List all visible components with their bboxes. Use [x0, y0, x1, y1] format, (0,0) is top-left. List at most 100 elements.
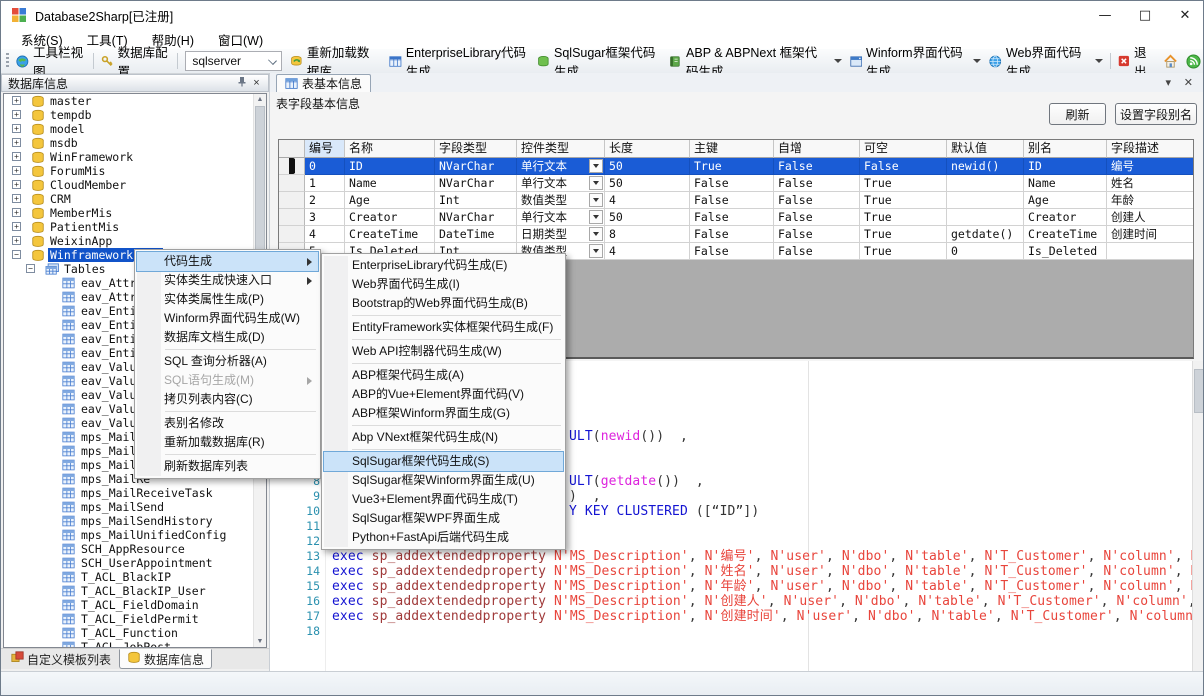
table-row[interactable]: 3CreatorNVarChar单行文本50FalseFalseTrueCrea…	[279, 209, 1193, 226]
grid-cell[interactable]: False	[860, 158, 947, 175]
grid-cell[interactable]: True	[860, 209, 947, 226]
grid-cell[interactable]: DateTime	[435, 226, 517, 243]
dropdown-button[interactable]	[589, 210, 603, 224]
grid-cell[interactable]: False	[774, 158, 860, 175]
tree-expand-toggle[interactable]: +	[12, 96, 21, 105]
tree-item[interactable]: +PatientMis	[4, 220, 266, 234]
tree-item[interactable]: T_ACL_FieldPermit	[4, 612, 266, 626]
grid-cell[interactable]: False	[774, 192, 860, 209]
dropdown-button[interactable]	[589, 244, 603, 258]
grid-row-selector[interactable]	[279, 192, 305, 209]
grid-column-header[interactable]: 可空	[860, 140, 947, 158]
tree-expand-toggle[interactable]: −	[26, 264, 35, 273]
grid-cell[interactable]: 姓名	[1107, 175, 1194, 192]
grid-cell[interactable]: True	[860, 243, 947, 260]
toolbar-grip[interactable]	[6, 53, 9, 69]
submenu-item[interactable]: ABP框架Winform界面生成(G)	[324, 404, 563, 423]
grid-cell[interactable]	[1107, 243, 1194, 260]
tree-item[interactable]: mps_MailSend	[4, 500, 266, 514]
grid-cell[interactable]: Name	[1024, 175, 1107, 192]
grid-cell[interactable]: False	[690, 192, 774, 209]
dropdown-button[interactable]	[589, 176, 603, 190]
toolbar-home-button[interactable]	[1159, 52, 1182, 71]
grid-cell[interactable]: ID	[1024, 158, 1107, 175]
tree-item[interactable]: T_ACL_FieldDomain	[4, 598, 266, 612]
tree-item[interactable]: +CloudMember	[4, 178, 266, 192]
tree-item[interactable]: +msdb	[4, 136, 266, 150]
grid-cell[interactable]: 3	[305, 209, 345, 226]
tree-expand-toggle[interactable]: +	[12, 194, 21, 203]
tabstrip-close-icon[interactable]: ✕	[1184, 76, 1193, 89]
context-menu-item[interactable]: Winform界面代码生成(W)	[137, 309, 318, 328]
context-menu-item[interactable]: 重新加载数据库(R)	[137, 433, 318, 452]
grid-cell[interactable]: getdate()	[947, 226, 1024, 243]
submenu-item[interactable]: ABP框架代码生成(A)	[324, 366, 563, 385]
tree-item[interactable]: +tempdb	[4, 108, 266, 122]
grid-cell[interactable]: False	[774, 175, 860, 192]
table-row[interactable]: 1NameNVarChar单行文本50FalseFalseTrueName姓名	[279, 175, 1193, 192]
tree-item[interactable]: mps_MailSendHistory	[4, 514, 266, 528]
grid-row-selector[interactable]	[279, 209, 305, 226]
grid-cell[interactable]: 创建人	[1107, 209, 1194, 226]
grid-cell[interactable]: True	[860, 226, 947, 243]
left-panel-close-icon[interactable]: ×	[249, 77, 264, 89]
grid-cell[interactable]: 单行文本	[517, 209, 605, 226]
tree-item[interactable]: +master	[4, 94, 266, 108]
submenu-item[interactable]: ABP的Vue+Element界面代码(V)	[324, 385, 563, 404]
grid-cell[interactable]: CreateTime	[345, 226, 435, 243]
grid-cell[interactable]: 0	[947, 243, 1024, 260]
tree-expand-toggle[interactable]: +	[12, 208, 21, 217]
tree-item[interactable]: +WeixinApp	[4, 234, 266, 248]
tree-item[interactable]: T_ACL_Function	[4, 626, 266, 640]
grid-header-selector[interactable]	[279, 140, 305, 158]
tree-item[interactable]: T_ACL_JobPost	[4, 640, 266, 648]
code-scrollbar[interactable]	[1192, 361, 1204, 671]
context-menu-item[interactable]: 表别名修改	[137, 414, 318, 433]
grid-cell[interactable]: 0	[305, 158, 345, 175]
grid-cell[interactable]: ID	[345, 158, 435, 175]
context-menu-item[interactable]: 实体类生成快速入口	[137, 271, 318, 290]
grid-cell[interactable]: 2	[305, 192, 345, 209]
grid-cell[interactable]: 单行文本	[517, 158, 605, 175]
grid-cell[interactable]: 4	[605, 192, 690, 209]
tree-expand-toggle[interactable]: +	[12, 166, 21, 175]
tree-item[interactable]: SCH_UserAppointment	[4, 556, 266, 570]
bottom-tab-templates[interactable]: 自定义模板列表	[3, 649, 119, 669]
db-type-select[interactable]: sqlserver	[185, 51, 282, 71]
tree-expand-toggle[interactable]: +	[12, 222, 21, 231]
grid-cell[interactable]: Name	[345, 175, 435, 192]
scroll-up-icon[interactable]: ▲	[254, 96, 266, 103]
tree-item[interactable]: +ForumMis	[4, 164, 266, 178]
grid-cell[interactable]: NVarChar	[435, 175, 517, 192]
grid-cell[interactable]: 50	[605, 209, 690, 226]
grid-cell[interactable]: 数值类型	[517, 192, 605, 209]
grid-cell[interactable]: True	[690, 158, 774, 175]
submenu-item[interactable]: SqlSugar框架代码生成(S)	[324, 452, 563, 471]
pin-icon[interactable]	[234, 76, 249, 90]
grid-cell[interactable]	[947, 192, 1024, 209]
minimize-button[interactable]: —	[1085, 1, 1125, 29]
maximize-button[interactable]: □	[1125, 1, 1165, 29]
grid-cell[interactable]: 编号	[1107, 158, 1194, 175]
tree-item[interactable]: +WinFramework	[4, 150, 266, 164]
bottom-tab-database[interactable]: 数据库信息	[119, 649, 212, 669]
submenu-item[interactable]: Vue3+Element界面代码生成(T)	[324, 490, 563, 509]
grid-cell[interactable]: 8	[605, 226, 690, 243]
context-menu-item[interactable]: 数据库文档生成(D)	[137, 328, 318, 347]
grid-row-selector[interactable]	[279, 226, 305, 243]
tree-item[interactable]: mps_MailUnifiedConfig	[4, 528, 266, 542]
dropdown-button[interactable]	[589, 193, 603, 207]
grid-cell[interactable]: Age	[345, 192, 435, 209]
context-menu-item[interactable]: 拷贝列表内容(C)	[137, 390, 318, 409]
grid-column-header[interactable]: 默认值	[947, 140, 1024, 158]
tree-scrollbar-thumb[interactable]	[255, 106, 265, 256]
grid-cell[interactable]: 1	[305, 175, 345, 192]
grid-column-header[interactable]: 主键	[690, 140, 774, 158]
grid-column-header[interactable]: 编号	[305, 140, 345, 158]
grid-column-header[interactable]: 长度	[605, 140, 690, 158]
tree-expand-toggle[interactable]: +	[12, 110, 21, 119]
grid-column-header[interactable]: 名称	[345, 140, 435, 158]
refresh-button[interactable]: 刷新	[1049, 103, 1106, 125]
submenu-item[interactable]: SqlSugar框架WPF界面生成	[324, 509, 563, 528]
submenu-item[interactable]: Python+FastApi后端代码生成	[324, 528, 563, 547]
